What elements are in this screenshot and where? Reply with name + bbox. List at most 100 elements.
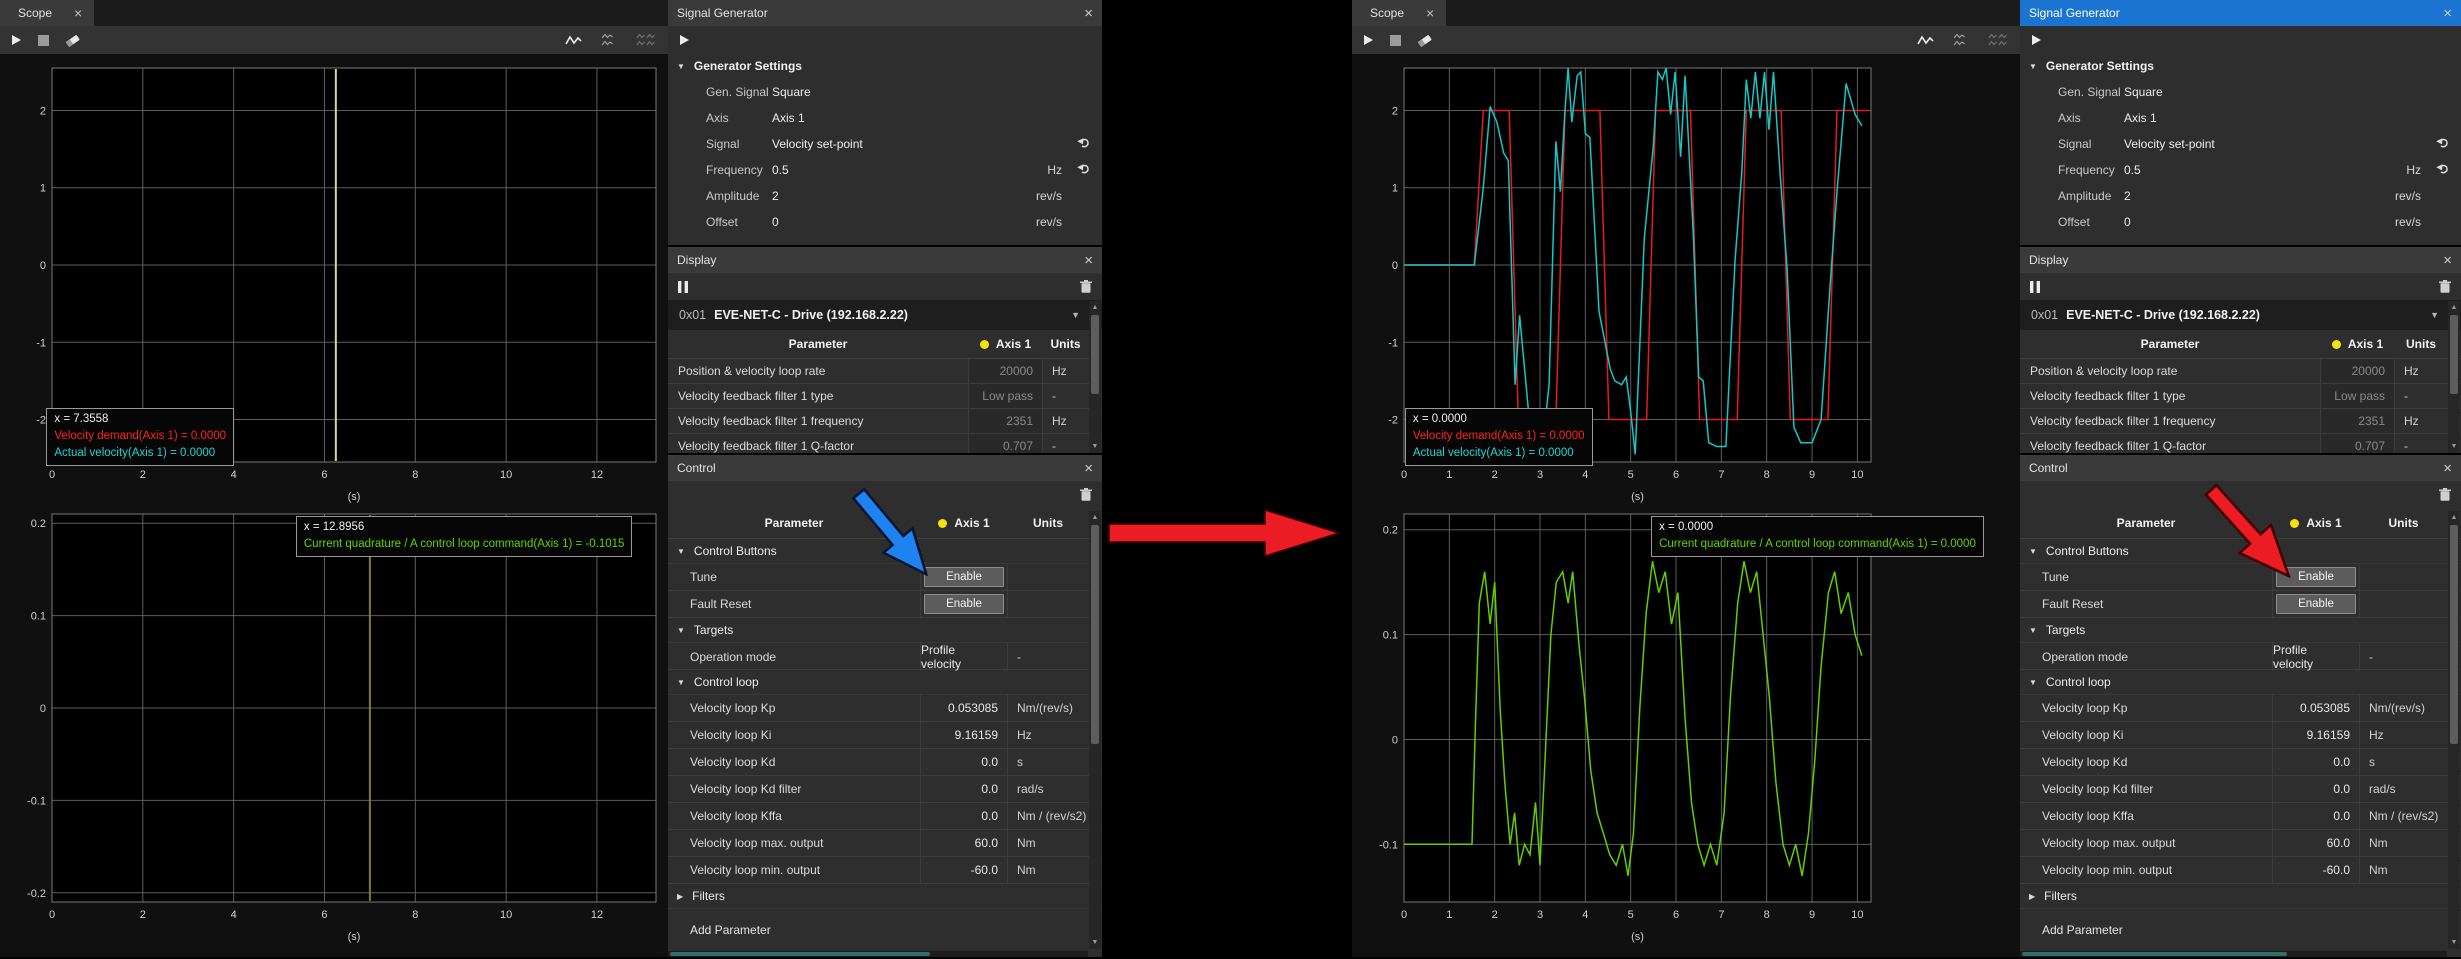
scroll-down-icon[interactable]: ▼	[1089, 936, 1101, 949]
setting-value[interactable]: Square	[772, 85, 811, 99]
trash-icon[interactable]	[1080, 488, 1092, 501]
device-selector[interactable]: 0x01 EVE-NET-C - Drive (192.168.2.22) ▼	[668, 300, 1102, 330]
chevron-right-icon[interactable]: ▶	[677, 892, 683, 901]
add-parameter-button[interactable]: Add Parameter	[2020, 915, 2461, 945]
add-parameter-button[interactable]: Add Parameter	[668, 915, 1102, 945]
close-icon[interactable]: ×	[2443, 253, 2452, 268]
table-section-control-loop[interactable]: ▼Control loop	[668, 670, 1102, 695]
grid-plot-view-icon[interactable]	[636, 33, 656, 47]
scrollbar-thumb[interactable]	[2022, 952, 2287, 956]
chevron-down-icon[interactable]: ▼	[2029, 678, 2037, 687]
tab-scope[interactable]: Scope ×	[0, 0, 94, 26]
fault-reset-enable-button[interactable]: Enable	[2276, 594, 2356, 614]
setting-value[interactable]: 2	[772, 189, 779, 203]
setting-value[interactable]: 0.5	[772, 163, 789, 177]
eraser-icon[interactable]	[1417, 34, 1432, 47]
scroll-down-icon[interactable]: ▼	[2448, 936, 2460, 949]
table-section-targets[interactable]: ▼Targets	[668, 618, 1102, 643]
scrollbar-thumb[interactable]	[670, 952, 930, 956]
param-value[interactable]: Profile velocity	[920, 643, 1008, 671]
right-scope-current-plot[interactable]: 0123456789100.20.10-0.1(s)	[1366, 506, 2014, 954]
single-plot-view-icon[interactable]	[1917, 34, 1934, 47]
param-value[interactable]: 0.0	[2272, 749, 2360, 775]
horizontal-scrollbar[interactable]	[668, 951, 1088, 957]
close-icon[interactable]: ×	[1084, 461, 1093, 476]
param-value[interactable]: 0.0	[920, 776, 1008, 802]
close-icon[interactable]: ×	[74, 6, 82, 20]
param-value[interactable]: 60.0	[2272, 830, 2360, 856]
scope-plot-current[interactable]: 0246810120.20.10-0.1-0.2(s)x = 12.8956Cu…	[14, 506, 662, 959]
display-scrollbar[interactable]: ▲ ▼	[1089, 301, 1101, 453]
chevron-down-icon[interactable]: ▼	[677, 626, 685, 635]
setting-value[interactable]: Velocity set-point	[2124, 137, 2215, 151]
play-icon[interactable]	[2030, 34, 2042, 46]
play-icon[interactable]	[1362, 34, 1374, 46]
left-scope-current-plot[interactable]: 0246810120.20.10-0.1-0.2(s)	[14, 506, 662, 954]
scrollbar-thumb[interactable]	[2450, 525, 2458, 744]
param-value[interactable]: 60.0	[920, 830, 1008, 856]
setting-value[interactable]: 0.5	[2124, 163, 2141, 177]
scroll-down-icon[interactable]: ▼	[1089, 440, 1101, 453]
tune-enable-button[interactable]: Enable	[924, 567, 1004, 587]
setting-value[interactable]: 0	[2124, 215, 2131, 229]
stop-icon[interactable]	[38, 35, 49, 46]
close-icon[interactable]: ×	[2443, 6, 2452, 21]
param-value[interactable]: 9.16159	[2272, 722, 2360, 748]
param-value[interactable]: 0.0	[920, 803, 1008, 829]
scroll-down-icon[interactable]: ▼	[2448, 440, 2460, 453]
scroll-up-icon[interactable]: ▲	[1089, 301, 1101, 314]
control-scrollbar[interactable]: ▲ ▼	[1089, 511, 1101, 949]
single-plot-view-icon[interactable]	[565, 34, 582, 47]
param-value[interactable]: Profile velocity	[2272, 643, 2360, 671]
table-section-filters[interactable]: ▶Filters	[2020, 884, 2461, 909]
fault-reset-enable-button[interactable]: Enable	[924, 594, 1004, 614]
setting-value[interactable]: Square	[2124, 85, 2163, 99]
scrollbar-thumb[interactable]	[1091, 315, 1099, 394]
revert-icon[interactable]	[2436, 137, 2449, 151]
generator-settings-section[interactable]: ▼ Generator Settings	[668, 53, 1102, 79]
scroll-up-icon[interactable]: ▲	[1089, 511, 1101, 524]
device-selector[interactable]: 0x01 EVE-NET-C - Drive (192.168.2.22) ▼	[2020, 300, 2461, 330]
table-section-targets[interactable]: ▼Targets	[2020, 618, 2461, 643]
display-scrollbar[interactable]: ▲ ▼	[2448, 301, 2460, 453]
param-value[interactable]: 0.0	[2272, 803, 2360, 829]
chevron-down-icon[interactable]: ▼	[677, 678, 685, 687]
scroll-up-icon[interactable]: ▲	[2448, 301, 2460, 314]
chevron-down-icon[interactable]: ▼	[677, 547, 685, 556]
pause-icon[interactable]	[678, 281, 688, 293]
setting-value[interactable]: 2	[2124, 189, 2131, 203]
stacked-plot-view-icon[interactable]	[1952, 33, 1970, 47]
stop-icon[interactable]	[1390, 35, 1401, 46]
param-value[interactable]: -60.0	[2272, 857, 2360, 883]
tab-scope[interactable]: Scope ×	[1352, 0, 1446, 26]
play-icon[interactable]	[10, 34, 22, 46]
param-value[interactable]: 0.053085	[2272, 695, 2360, 721]
param-value[interactable]: 9.16159	[920, 722, 1008, 748]
scope-plot-velocity[interactable]: 024681012210-1-2(s)x = 7.3558Velocity de…	[14, 58, 662, 509]
setting-value[interactable]: Axis 1	[2124, 111, 2157, 125]
setting-value[interactable]: Axis 1	[772, 111, 805, 125]
table-section-filters[interactable]: ▶Filters	[668, 884, 1102, 909]
param-value[interactable]: 0.053085	[920, 695, 1008, 721]
param-value[interactable]: -60.0	[920, 857, 1008, 883]
chevron-down-icon[interactable]: ▼	[2029, 547, 2037, 556]
chevron-down-icon[interactable]: ▼	[2029, 626, 2037, 635]
setting-value[interactable]: Velocity set-point	[772, 137, 863, 151]
eraser-icon[interactable]	[65, 34, 80, 47]
grid-plot-view-icon[interactable]	[1988, 33, 2008, 47]
trash-icon[interactable]	[2439, 488, 2451, 501]
revert-icon[interactable]	[1077, 137, 1090, 151]
revert-icon[interactable]	[1077, 163, 1090, 177]
trash-icon[interactable]	[2439, 280, 2451, 293]
horizontal-scrollbar[interactable]	[2020, 951, 2447, 957]
close-icon[interactable]: ×	[1084, 6, 1093, 21]
chevron-right-icon[interactable]: ▶	[2029, 892, 2035, 901]
table-section-control-loop[interactable]: ▼Control loop	[2020, 670, 2461, 695]
scrollbar-thumb[interactable]	[2450, 315, 2458, 394]
scope-plot-velocity[interactable]: 012345678910210-1-2(s)x = 0.0000Velocity…	[1366, 58, 2014, 509]
close-icon[interactable]: ×	[1084, 253, 1093, 268]
pause-icon[interactable]	[2030, 281, 2040, 293]
play-icon[interactable]	[678, 34, 690, 46]
close-icon[interactable]: ×	[1426, 6, 1434, 20]
param-value[interactable]: 0.0	[2272, 776, 2360, 802]
